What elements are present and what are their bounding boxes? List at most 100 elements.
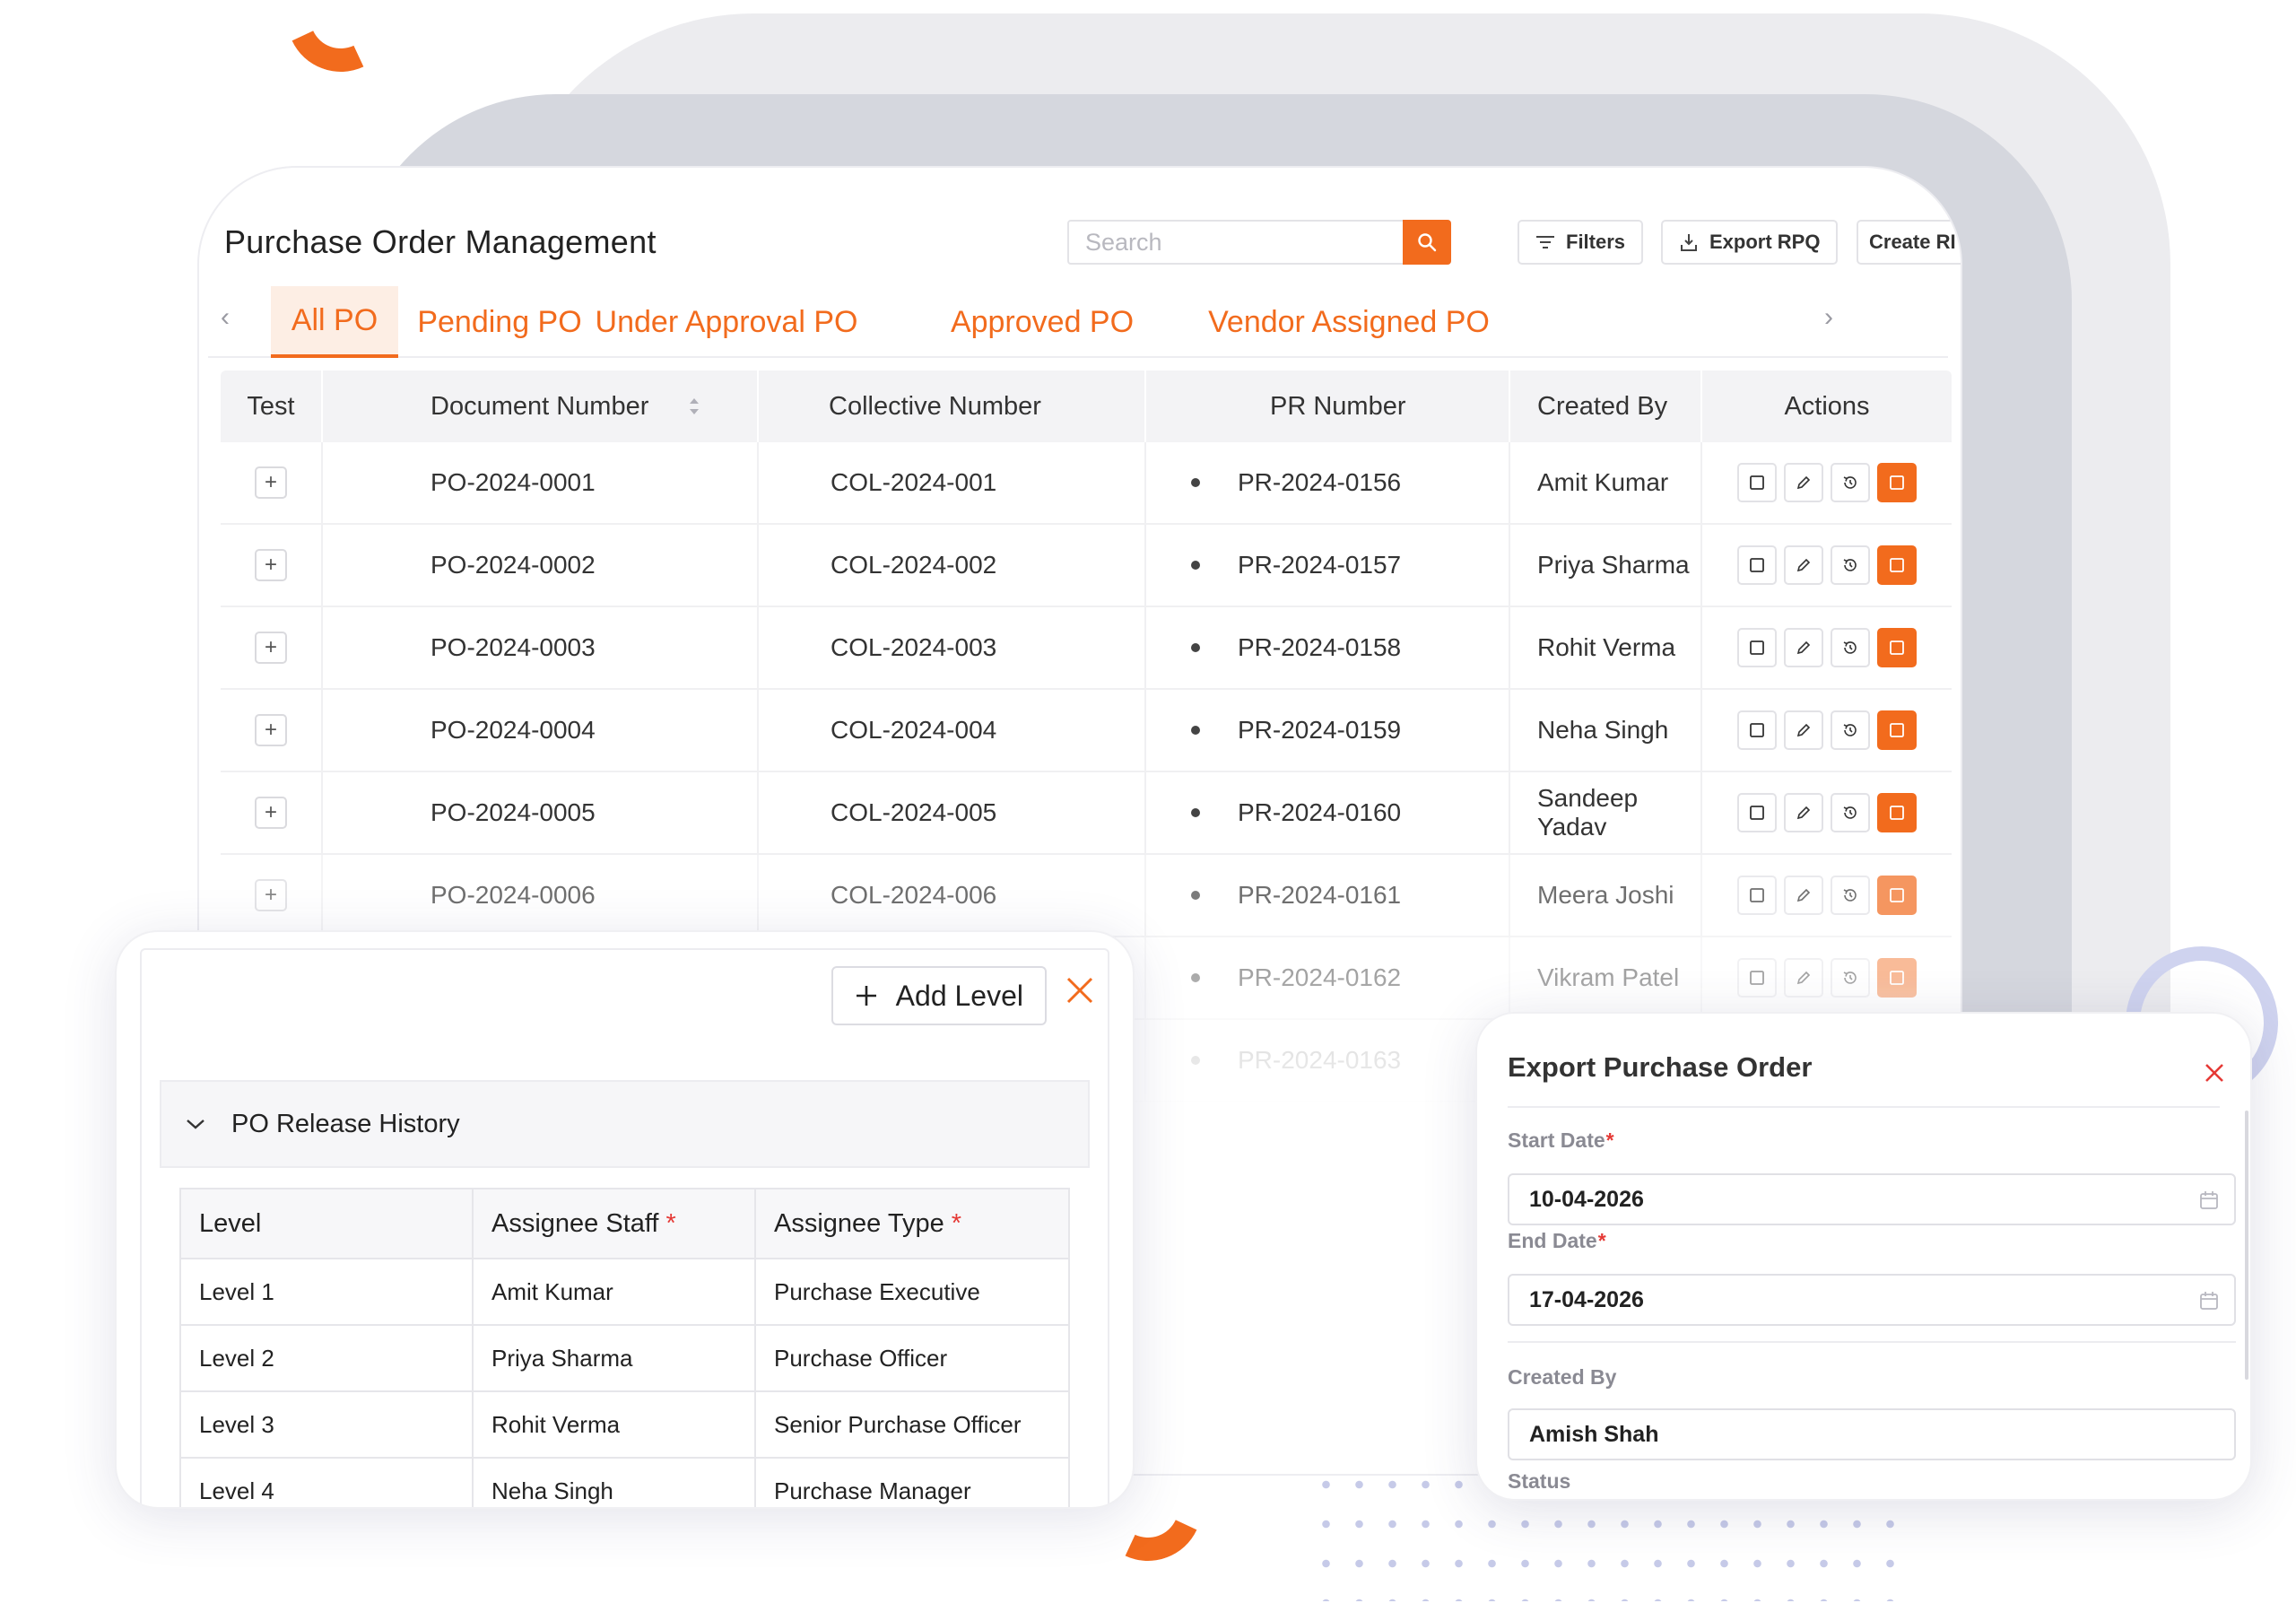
calendar-icon[interactable] [2198,1290,2220,1311]
history-icon[interactable] [1831,545,1870,585]
end-date-label: End Date* [1508,1229,1606,1252]
tab-vendor-assigned-po[interactable]: Vendor Assigned PO [1198,286,1500,358]
export-rpq-label: Export RPQ [1709,231,1821,253]
pr-number-value: PR-2024-0159 [1238,716,1402,744]
close-icon[interactable] [1065,975,1095,1006]
history-icon[interactable] [1831,628,1870,667]
approve-icon[interactable] [1877,710,1917,750]
po-release-history-toggle[interactable]: PO Release History [160,1080,1090,1168]
view-icon[interactable] [1737,463,1777,502]
view-icon[interactable] [1737,628,1777,667]
chevron-right-icon[interactable]: › [1824,302,1833,333]
cell-expand: + [221,855,323,936]
table-row[interactable]: + PO-2024-0005 COL-2024-005 PR-2024-0160 San… [221,772,1952,855]
release-history-panel: Add Level PO Release History Level Assig… [115,930,1135,1509]
tab-approved-po[interactable]: Approved PO [945,286,1139,358]
create-label: Create RI [1869,231,1956,253]
cell-actions [1702,607,1952,688]
table-row[interactable]: + PO-2024-0003 COL-2024-003 PR-2024-0158 Roh… [221,607,1952,690]
approve-icon[interactable] [1877,545,1917,585]
view-icon[interactable] [1737,710,1777,750]
tab-under-approval-po[interactable]: Under Approval PO [583,286,870,358]
cell-pr-number: PR-2024-0157 [1146,525,1510,606]
table-row[interactable]: + PO-2024-0006 COL-2024-006 PR-2024-0161 Mee… [221,855,1952,937]
expand-icon[interactable]: + [255,797,287,829]
edit-icon[interactable] [1784,793,1823,832]
column-header-collective-number: Collective Number [759,370,1146,442]
cell-assignee-staff: Amit Kumar [474,1259,756,1324]
history-icon[interactable] [1831,463,1870,502]
chevron-left-icon[interactable]: ‹ [221,302,230,333]
release-table-row[interactable]: Level 2 Priya Sharma Purchase Officer [181,1326,1068,1392]
cell-collective-number: COL-2024-001 [759,442,1146,523]
calendar-icon[interactable] [2198,1189,2220,1211]
export-dialog-title: Export Purchase Order [1508,1051,1813,1083]
cell-level: Level 4 [181,1459,474,1507]
start-date-field[interactable]: 10-04-2026 [1508,1173,2236,1225]
cell-assignee-staff: Priya Sharma [474,1326,756,1390]
expand-icon[interactable]: + [255,466,287,499]
history-icon[interactable] [1831,876,1870,915]
dialog-scrollbar[interactable] [2245,1111,2248,1380]
cell-expand: + [221,772,323,853]
cell-assignee-staff: Neha Singh [474,1459,756,1507]
po-release-history-title: PO Release History [231,1109,460,1138]
cell-pr-number: PR-2024-0158 [1146,607,1510,688]
table-row[interactable]: + PO-2024-0002 COL-2024-002 PR-2024-0157 Pri… [221,525,1952,607]
divider [1508,1341,2236,1343]
create-button[interactable]: Create RI [1857,220,1961,265]
cell-pr-number: PR-2024-0159 [1146,690,1510,771]
cell-created-by: Sandeep Yadav [1510,772,1702,853]
approve-icon[interactable] [1877,628,1917,667]
add-level-button[interactable]: Add Level [831,966,1047,1025]
plus-icon [856,986,876,1006]
approve-icon[interactable] [1877,876,1917,915]
view-icon[interactable] [1737,793,1777,832]
bullet-icon [1191,643,1200,652]
release-table-row[interactable]: Level 1 Amit Kumar Purchase Executive [181,1259,1068,1326]
edit-icon[interactable] [1784,710,1823,750]
close-icon[interactable] [2204,1062,2225,1084]
cell-actions [1702,525,1952,606]
cell-expand: + [221,525,323,606]
search-button[interactable] [1403,220,1451,265]
cell-assignee-type: Purchase Officer [774,1344,948,1372]
tab-pending-po[interactable]: Pending PO [417,286,581,358]
approve-icon[interactable] [1877,463,1917,502]
release-table-row[interactable]: Level 4 Neha Singh Purchase Manager [181,1459,1068,1507]
edit-icon[interactable] [1784,463,1823,502]
tab-all-po[interactable]: All PO [271,286,398,358]
view-icon[interactable] [1737,545,1777,585]
created-by-field[interactable]: Amish Shah [1508,1408,2236,1460]
decorative-arc-top [272,0,410,87]
cell-created-by: Meera Joshi [1510,855,1702,936]
history-icon[interactable] [1831,793,1870,832]
expand-icon[interactable]: + [255,549,287,581]
end-date-field[interactable]: 17-04-2026 [1508,1274,2236,1326]
release-table-row[interactable]: Level 3 Rohit Verma Senior Purchase Office… [181,1392,1068,1459]
search-icon [1418,233,1437,252]
history-icon[interactable] [1831,710,1870,750]
cell-document-number: PO-2024-0003 [323,607,759,688]
table-row[interactable]: + PO-2024-0004 COL-2024-004 PR-2024-0159 Neh… [221,690,1952,772]
export-rpq-button[interactable]: Export RPQ [1661,220,1839,265]
expand-icon[interactable]: + [255,714,287,746]
filters-button[interactable]: Filters [1518,220,1644,265]
column-header-document-number[interactable]: Document Number [323,370,759,442]
edit-icon[interactable] [1784,876,1823,915]
approve-icon[interactable] [1877,793,1917,832]
column-header-document-number-label: Document Number [430,391,649,421]
search-box [1067,220,1451,265]
view-icon[interactable] [1737,876,1777,915]
filters-label: Filters [1566,231,1626,253]
sort-icon[interactable] [688,396,700,416]
expand-icon[interactable]: + [255,632,287,664]
search-input[interactable] [1069,222,1403,263]
expand-icon[interactable]: + [255,879,287,911]
cell-created-by: Rohit Verma [1510,607,1702,688]
cell-document-number: PO-2024-0006 [323,855,759,936]
edit-icon[interactable] [1784,628,1823,667]
table-row[interactable]: + PO-2024-0001 COL-2024-001 PR-2024-0156 Ami… [221,442,1952,525]
edit-icon[interactable] [1784,545,1823,585]
cell-document-number: PO-2024-0001 [323,442,759,523]
